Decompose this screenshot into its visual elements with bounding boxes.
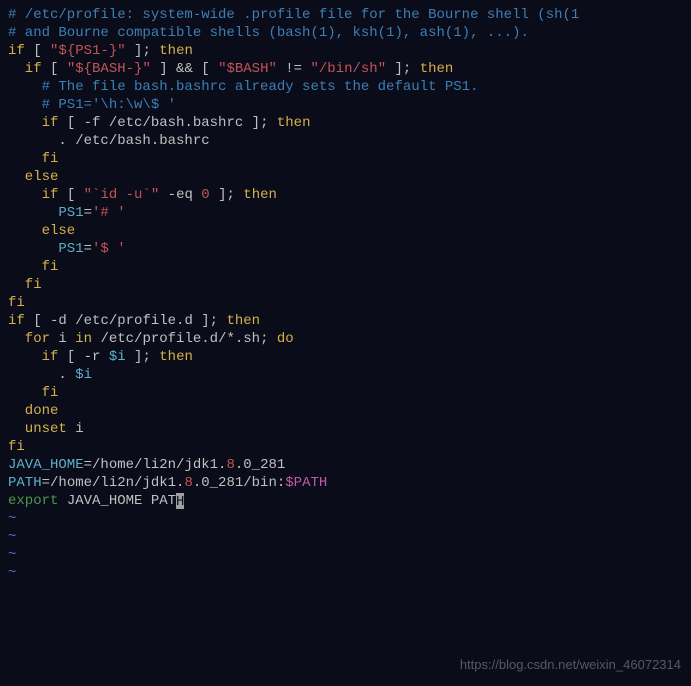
code-line: unset i (8, 420, 683, 438)
code-line: . /etc/bash.bashrc (8, 132, 683, 150)
code-line: # PS1='\h:\w\$ ' (8, 96, 683, 114)
code-line: PS1='# ' (8, 204, 683, 222)
empty-line: ~ (8, 564, 683, 582)
code-line: if [ -f /etc/bash.bashrc ]; then (8, 114, 683, 132)
code-line: else (8, 168, 683, 186)
watermark: https://blog.csdn.net/weixin_46072314 (460, 656, 681, 674)
code-line: if [ -r $i ]; then (8, 348, 683, 366)
code-line: PS1='$ ' (8, 240, 683, 258)
code-line: if [ "`id -u`" -eq 0 ]; then (8, 186, 683, 204)
code-line: fi (8, 294, 683, 312)
empty-line: ~ (8, 510, 683, 528)
code-line: PATH=/home/li2n/jdk1.8.0_281/bin:$PATH (8, 474, 683, 492)
code-line: else (8, 222, 683, 240)
empty-line: ~ (8, 546, 683, 564)
empty-line: ~ (8, 528, 683, 546)
code-line: if [ "${BASH-}" ] && [ "$BASH" != "/bin/… (8, 60, 683, 78)
code-line: for i in /etc/profile.d/*.sh; do (8, 330, 683, 348)
code-line: fi (8, 384, 683, 402)
code-line: fi (8, 438, 683, 456)
code-line: fi (8, 258, 683, 276)
code-line: # The file bash.bashrc already sets the … (8, 78, 683, 96)
code-line: export JAVA_HOME PATH (8, 492, 683, 510)
code-line: if [ -d /etc/profile.d ]; then (8, 312, 683, 330)
code-line: done (8, 402, 683, 420)
cursor: H (176, 493, 184, 509)
code-line: if [ "${PS1-}" ]; then (8, 42, 683, 60)
code-line: JAVA_HOME=/home/li2n/jdk1.8.0_281 (8, 456, 683, 474)
code-line: # and Bourne compatible shells (bash(1),… (8, 24, 683, 42)
code-line: fi (8, 276, 683, 294)
code-line: . $i (8, 366, 683, 384)
code-line: # /etc/profile: system-wide .profile fil… (8, 6, 683, 24)
code-editor[interactable]: # /etc/profile: system-wide .profile fil… (8, 6, 683, 582)
code-line: fi (8, 150, 683, 168)
